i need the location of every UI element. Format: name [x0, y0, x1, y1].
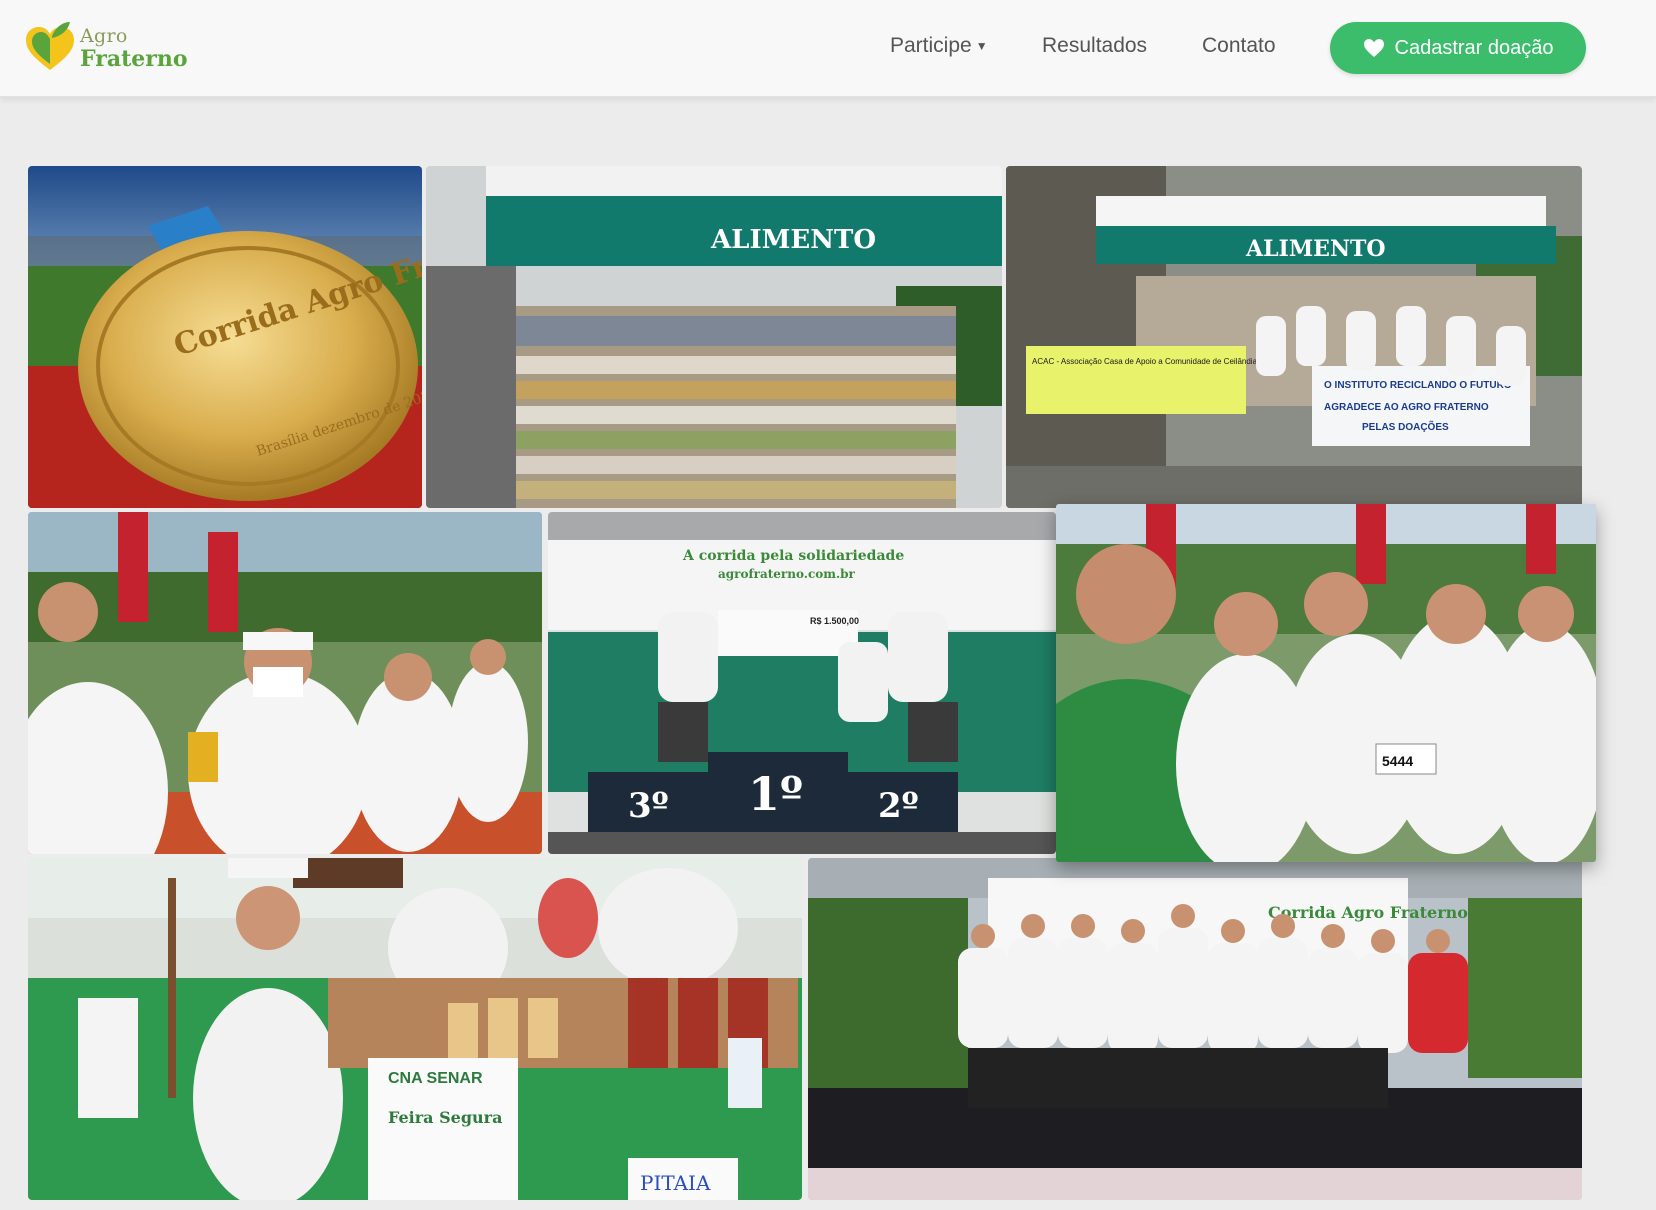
logo-text-agro: Agro	[80, 25, 128, 47]
podium-image: A corrida pela solidariedade agrofratern…	[548, 512, 1056, 854]
cadastrar-doacao-button[interactable]: Cadastrar doação	[1330, 22, 1586, 74]
gallery-photo-runners-start[interactable]	[28, 512, 542, 854]
gallery-photo-medal[interactable]: Corrida Agro Fraterno Brasília dezembro …	[28, 166, 422, 508]
chevron-down-icon: ▼	[975, 39, 988, 53]
food-fair-image: CNA SENAR Feira Segura PITAIA	[28, 858, 802, 1200]
stage-group-image: Corrida Agro Fraterno	[808, 858, 1582, 1200]
gallery-photo-podium[interactable]: A corrida pela solidariedade agrofratern…	[548, 512, 1056, 854]
runners-start-image	[28, 512, 542, 854]
donation-group-image: ALIMENTO ACAC - Associação Casa de Apoio…	[1006, 166, 1582, 508]
logo-text-fraterno: Fraterno	[80, 46, 188, 72]
site-header: Agro Fraterno Participe ▼ Resultados Cont…	[0, 0, 1656, 97]
fair-sign-text-2: Feira Segura	[388, 1108, 502, 1127]
heart-icon	[1363, 39, 1384, 57]
runner-bib-number: 5444	[1382, 753, 1413, 769]
instituto-sign-line2: AGRADECE AO AGRO FRATERNO	[1324, 402, 1489, 413]
nav-contato[interactable]: Contato	[1202, 34, 1276, 58]
podium-site: agrofraterno.com.br	[718, 567, 856, 581]
instituto-sign-line1: O INSTITUTO RECICLANDO O FUTURO	[1324, 380, 1512, 391]
nav-resultados[interactable]: Resultados	[1042, 34, 1147, 58]
gallery-photo-runners-close[interactable]: 5444	[1056, 504, 1596, 862]
cta-label: Cadastrar doação	[1394, 36, 1554, 59]
gallery-photo-food-fair[interactable]: CNA SENAR Feira Segura PITAIA	[28, 858, 802, 1200]
podium-third: 3º	[628, 786, 669, 826]
instituto-sign-line3: PELAS DOAÇÕES	[1362, 420, 1449, 433]
runners-close-image: 5444	[1056, 504, 1596, 862]
fair-price-sign: PITAIA	[640, 1171, 711, 1195]
nav-participe[interactable]: Participe ▼	[890, 34, 988, 58]
heart-leaf-icon	[26, 22, 74, 70]
agro-fraterno-logo[interactable]: Agro Fraterno	[24, 20, 194, 76]
fair-sign-text: CNA SENAR	[388, 1070, 483, 1087]
podium-first: 1º	[748, 767, 803, 821]
donation-banner-text: ALIMENTO	[1245, 236, 1386, 262]
stage-banner-text: Corrida Agro Fraterno	[1268, 903, 1468, 922]
gallery-photo-tent-food[interactable]: ALIMENTO	[426, 166, 1002, 508]
gallery-photo-donation-group[interactable]: ALIMENTO ACAC - Associação Casa de Apoio…	[1006, 166, 1582, 508]
podium-headline: A corrida pela solidariedade	[682, 548, 904, 564]
podium-second: 2º	[878, 786, 919, 826]
acac-sign-text: ACAC - Associação Casa de Apoio a Comuni…	[1032, 357, 1258, 366]
medal-image: Corrida Agro Fraterno Brasília dezembro …	[28, 166, 422, 508]
gallery-photo-stage-group[interactable]: Corrida Agro Fraterno	[808, 858, 1582, 1200]
nav-participe-label: Participe	[890, 34, 972, 57]
tent-banner-text: ALIMENTO	[710, 225, 876, 255]
tent-food-image: ALIMENTO	[426, 166, 1002, 508]
podium-check-amount: R$ 1.500,00	[810, 616, 859, 626]
